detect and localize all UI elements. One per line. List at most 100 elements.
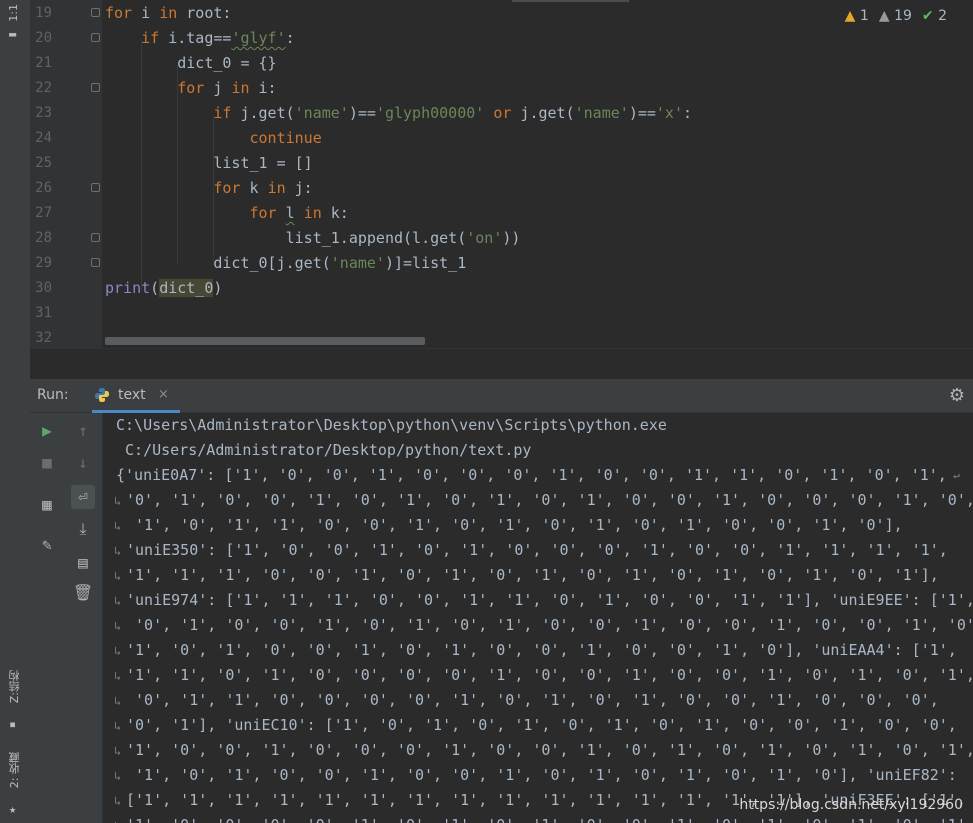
run-tab-label: text [118,387,146,403]
wrap-continue-icon: ↳ [114,744,122,758]
console-line: ↳ '0', '1', '1', '0', '0', '0', '0', '1'… [103,688,973,713]
code-text: continue [249,129,322,147]
structure-icon[interactable]: ▪ [9,718,21,730]
console-line-text: {'uniE0A7': ['1', '0', '0', '1', '0', '0… [116,466,947,484]
console-line: C:/Users/Administrator/Desktop/python/te… [103,438,973,463]
gear-icon[interactable]: ⚙ [949,385,965,406]
line-number: 25 [35,155,52,171]
code-line: 31 [30,301,973,326]
console-line-text: '1', '0', '1', '0', '0', '1', '0', '1', … [126,641,957,659]
code-editor[interactable]: ▲ 1 ▲ 19 ✔ 2 19 for i in root: 20 if i.t… [30,0,973,348]
fold-marker-icon[interactable] [91,83,100,92]
console-line-text: '0', '1', '1', '0', '0', '0', '0', '1', … [126,691,939,709]
stop-icon[interactable]: ■ [35,451,59,475]
console-line-text: '0', '1'], 'uniEC10': ['1', '0', '1', '0… [126,716,957,734]
wrap-continue-icon: ↳ [114,694,122,708]
console-line-text: C:\Users\Administrator\Desktop\python\ve… [116,416,667,434]
console-line: {'uniE0A7': ['1', '0', '0', '1', '0', '0… [103,463,973,488]
line-number: 19 [35,5,52,21]
wrap-continue-icon: ↳ [114,719,122,733]
wrap-continue-icon: ↳ [114,494,122,508]
console-line-text: '1', '1', '1', '0', '0', '1', '0', '1', … [126,566,939,584]
up-arrow-icon[interactable]: ↑ [71,419,95,443]
fold-marker-icon[interactable] [91,33,100,42]
console-line-text: '1', '0', '0', '1', '0', '0', '0', '1', … [126,741,973,759]
line-number: 32 [35,330,52,346]
rerun-icon[interactable]: ▶ [35,419,59,443]
wrap-continue-icon: ↳ [114,794,122,808]
code-text: dict_0[j.get('name')]=list_1 [105,254,467,272]
fold-marker-icon[interactable] [91,233,100,242]
code-line: 26 for k in j: [30,176,973,201]
wrap-continue-icon: ↳ [114,594,122,608]
code-line: 25 list_1 = [] [30,151,973,176]
code-text: for i in root: [105,4,232,22]
watermark: https://blog.csdn.net/xyl192960 [739,797,963,813]
code-text: print(dict_0) [105,279,223,297]
console-line-text: '0', '1', '0', '0', '1', '0', '1', '0', … [126,616,973,634]
line-number: 20 [35,30,52,46]
scroll-to-end-icon[interactable]: ⤓ [71,517,95,541]
wrap-continue-icon: ↳ [114,569,122,583]
close-icon[interactable]: × [158,387,169,402]
code-text: for k in j: [213,179,313,197]
code-text: list_1 = [] [105,154,313,172]
pin-icon[interactable]: ✎ [35,533,59,557]
wrap-continue-icon: ↳ [114,819,121,823]
code-line: 24 continue [30,126,973,151]
editor-run-separator [30,348,973,380]
console-line-text: C:/Users/Administrator/Desktop/python/te… [116,441,532,459]
left-tool-strip: 1:1 ▬ Z:结构 ▪ 2: 收藏 ★ [0,0,31,823]
code-line: 30 print(dict_0) [30,276,973,301]
code-line: 27 for l in k: [30,201,973,226]
line-number: 28 [35,230,52,246]
console-line: ↳ '0', '1', '0', '0', '1', '0', '1', '0'… [103,613,973,638]
console-line: ↳ '1', '1', '1', '0', '0', '1', '0', '1',… [103,563,973,588]
line-number: 26 [35,180,52,196]
console-line-text: 'uniE350': ['1', '0', '0', '1', '0', '1'… [126,541,948,559]
run-toolbar: ▶ ↑ ■ ↓ ▦ ⏎ ⤓ ✎ ▤ 🗑 [30,413,103,823]
console-line-text: 'uniE974': ['1', '1', '1', '0', '0', '1'… [126,591,973,609]
horizontal-scrollbar[interactable] [105,337,425,345]
wrap-continue-icon: ↳ [114,519,122,533]
wrap-continue-icon: ↳ [114,644,122,658]
console-line-text: '1', '1', '0', '1', '0', '0', '0', '0', … [126,666,973,684]
code-line: 19 for i in root: [30,1,973,26]
console-line: ↳ '0', '1', '0', '0', '1', '0', '1', '0',… [103,488,973,513]
line-number: 22 [35,80,52,96]
line-number: 31 [35,305,52,321]
console-line: ↳ '1', '0', '1', '1', '0', '0', '1', '0'… [103,513,973,538]
down-arrow-icon[interactable]: ↓ [71,451,95,475]
project-tab-label[interactable]: 1:1 [7,4,20,22]
console-line-text: '1', '0', '1', '0', '0', '1', '0', '0', … [126,766,957,784]
console-line: C:\Users\Administrator\Desktop\python\ve… [103,413,973,438]
star-icon[interactable]: ★ [9,803,21,815]
layout-icon[interactable]: ▦ [35,493,59,517]
console-line: ↳ '1', '0', '0', '0', '0', '1', '0', '1',… [103,813,973,823]
wrap-icon: ↩ [953,469,961,483]
folder-icon[interactable]: ▬ [9,28,21,40]
console-line: ↳ '1', '0', '1', '0', '0', '1', '0', '0'… [103,763,973,788]
code-text: for l in k: [249,204,349,222]
console-line-text: '0', '1', '0', '0', '1', '0', '1', '0', … [126,491,973,509]
favorites-tab-label[interactable]: 2: 收藏 [7,752,23,788]
wrap-continue-icon: ↳ [114,669,122,683]
trash-icon[interactable]: 🗑 [71,581,95,605]
run-label: Run: [37,387,69,403]
wrap-continue-icon: ↳ [114,619,122,633]
structure-tab-label[interactable]: Z:结构 [7,670,23,703]
line-number: 29 [35,255,52,271]
print-icon[interactable]: ▤ [71,551,95,575]
soft-wrap-icon[interactable]: ⏎ [71,485,95,509]
code-line: 21 dict_0 = {} [30,51,973,76]
run-tab-text[interactable]: text × [92,379,180,413]
wrap-continue-icon: ↳ [114,544,122,558]
code-line: 22 for j in i: [30,76,973,101]
console-output[interactable]: C:\Users\Administrator\Desktop\python\ve… [103,413,973,823]
fold-marker-icon[interactable] [91,183,100,192]
code-line: 23 if j.get('name')=='glyph00000' or j.g… [30,101,973,126]
line-number: 21 [35,55,52,71]
fold-marker-icon[interactable] [91,8,100,17]
fold-marker-icon[interactable] [91,258,100,267]
code-text: if j.get('name')=='glyph00000' or j.get(… [213,104,693,122]
